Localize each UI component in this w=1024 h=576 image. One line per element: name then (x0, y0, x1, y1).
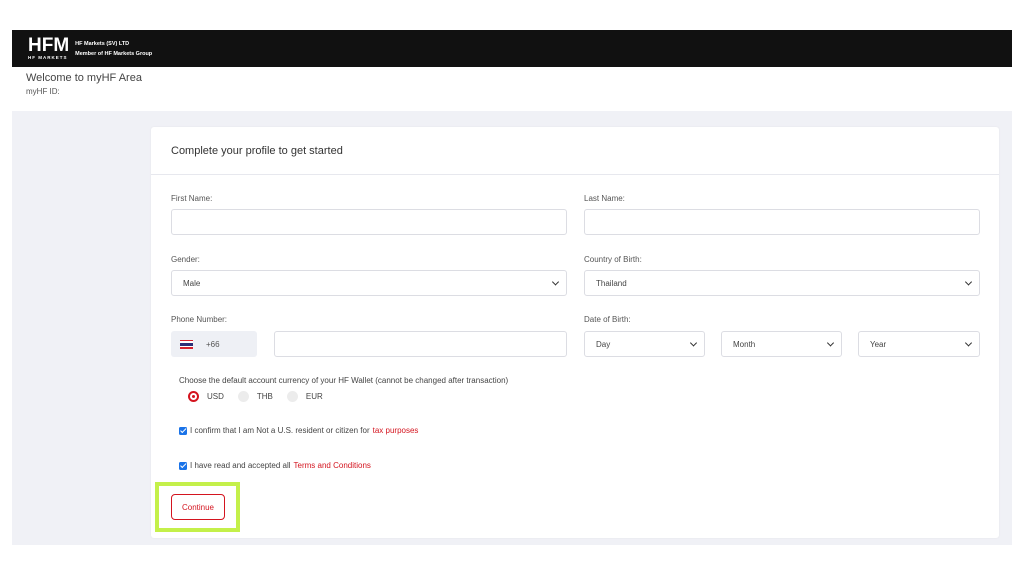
form-title: Complete your profile to get started (171, 145, 343, 157)
first-name-label: First Name: (171, 194, 213, 203)
dob-day-value: Day (596, 339, 611, 349)
gender-value: Male (183, 278, 201, 288)
top-bar: HFM HF MARKETS HF Markets (SV) LTD Membe… (12, 30, 1012, 67)
company-name: HF Markets (SV) LTD (75, 40, 130, 47)
welcome-section: Welcome to myHF Area myHF ID: (26, 72, 142, 96)
myhf-id-label: myHF ID: (26, 87, 60, 96)
chevron-down-icon (826, 339, 835, 347)
currency-option-eur[interactable]: EUR (286, 391, 323, 402)
last-name-input[interactable] (584, 209, 980, 235)
dob-month-select[interactable]: Month (721, 331, 842, 357)
company-info: HF Markets (SV) LTD Member of HF Markets… (75, 39, 152, 59)
currency-option-usd[interactable]: USD (188, 391, 224, 402)
terms-checkbox[interactable] (179, 461, 187, 470)
dob-year-value: Year (870, 339, 887, 349)
phone-country-code[interactable]: +66 (171, 331, 257, 357)
us-resident-confirmation: I confirm that I am Not a U.S. resident … (179, 426, 418, 435)
terms-and-conditions-link[interactable]: Terms and Conditions (294, 461, 371, 470)
form-divider (151, 174, 999, 175)
profile-form-card: Complete your profile to get started Fir… (151, 127, 999, 538)
date-of-birth-label: Date of Birth: (584, 315, 631, 324)
phone-prefix-value: +66 (206, 339, 220, 349)
continue-button[interactable]: Continue (171, 494, 225, 520)
terms-acceptance: I have read and accepted all Terms and C… (179, 461, 371, 470)
chevron-down-icon (689, 339, 698, 347)
logo-mark: HFM (28, 35, 70, 57)
currency-option-thb[interactable]: THB (237, 391, 273, 402)
hfm-logo[interactable]: HFM HF MARKETS (28, 36, 69, 61)
phone-number-label: Phone Number: (171, 315, 228, 324)
gender-select[interactable]: Male (171, 270, 567, 296)
us-resident-checkbox[interactable] (179, 426, 187, 435)
gender-label: Gender: (171, 255, 200, 264)
logo-subtext: HF MARKETS (28, 55, 68, 61)
thailand-flag-icon (180, 339, 193, 349)
chevron-down-icon (964, 278, 973, 286)
first-name-input[interactable] (171, 209, 567, 235)
dob-day-select[interactable]: Day (584, 331, 705, 357)
chevron-down-icon (964, 339, 973, 347)
currency-label: Choose the default account currency of y… (179, 376, 509, 385)
currency-radio-group: USD THB EUR (188, 391, 337, 402)
last-name-label: Last Name: (584, 194, 625, 203)
country-of-birth-select[interactable]: Thailand (584, 270, 980, 296)
radio-unchecked-icon[interactable] (237, 391, 249, 402)
us-resident-text: I confirm that I am Not a U.S. resident … (190, 426, 370, 435)
company-group: Member of HF Markets Group (75, 50, 153, 57)
tax-purposes-link[interactable]: tax purposes (373, 426, 419, 435)
currency-usd-label: USD (207, 392, 224, 401)
terms-text: I have read and accepted all (190, 461, 291, 470)
currency-thb-label: THB (256, 392, 273, 401)
dob-month-value: Month (733, 339, 756, 349)
welcome-title: Welcome to myHF Area (26, 72, 142, 84)
radio-checked-icon[interactable] (188, 391, 199, 402)
radio-unchecked-icon[interactable] (286, 391, 298, 402)
chevron-down-icon (551, 278, 560, 286)
country-value: Thailand (596, 278, 627, 288)
currency-eur-label: EUR (305, 392, 323, 401)
country-of-birth-label: Country of Birth: (584, 255, 642, 264)
phone-number-input[interactable] (274, 331, 567, 357)
dob-year-select[interactable]: Year (858, 331, 980, 357)
